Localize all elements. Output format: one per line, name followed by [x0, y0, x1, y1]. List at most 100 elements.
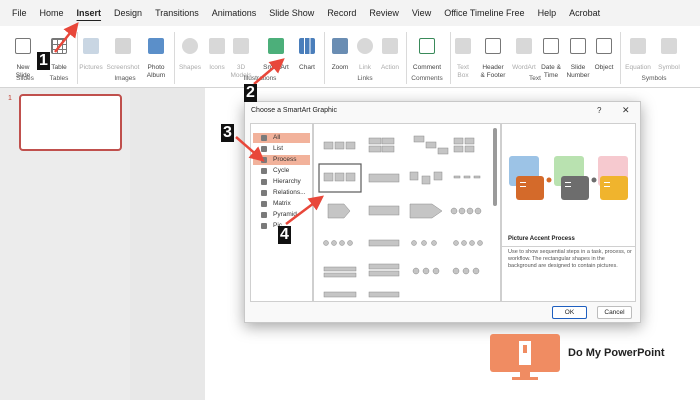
- process-icon: [261, 157, 267, 163]
- shapes-label: Shapes: [178, 64, 202, 71]
- tab-file[interactable]: File: [6, 4, 33, 22]
- slide-number-button[interactable]: Slide Number: [565, 30, 591, 80]
- table-label: Table: [51, 64, 67, 71]
- category-matrix[interactable]: Matrix: [253, 199, 310, 209]
- brand-name: Do My PowerPoint: [568, 347, 665, 359]
- gallery-scrollbar[interactable]: [493, 128, 497, 206]
- photo-album-button[interactable]: Photo Album: [142, 30, 170, 80]
- tab-office-timeline[interactable]: Office Timeline Free: [438, 4, 530, 22]
- ok-button[interactable]: OK: [552, 306, 587, 319]
- tab-record[interactable]: Record: [321, 4, 362, 22]
- zoom-button[interactable]: Zoom: [330, 30, 350, 72]
- wordart-label: WordArt: [512, 64, 536, 71]
- 3d-models-button[interactable]: 3D Models: [230, 30, 252, 80]
- tab-help[interactable]: Help: [532, 4, 563, 22]
- tab-slide-show[interactable]: Slide Show: [263, 4, 320, 22]
- wordart-icon: [516, 38, 532, 54]
- screenshot-button[interactable]: Screenshot: [106, 30, 140, 72]
- new-slide-icon: [15, 38, 31, 54]
- equation-label: Equation: [625, 64, 651, 71]
- screenshot-icon: [115, 38, 131, 54]
- divider: [450, 32, 451, 84]
- tab-insert[interactable]: Insert: [71, 4, 108, 22]
- category-label: Hierarchy: [273, 178, 301, 185]
- group-illustrations: Illustrations: [243, 75, 277, 82]
- equation-button[interactable]: Equation: [623, 30, 653, 72]
- text-box-label: Text Box: [457, 64, 469, 79]
- divider: [77, 32, 78, 84]
- group-slides: Slides: [16, 75, 34, 82]
- tab-transitions[interactable]: Transitions: [149, 4, 205, 22]
- preview-description: Use to show sequential steps in a task, …: [508, 249, 632, 269]
- table-icon: [51, 38, 67, 54]
- screenshot-label: Screenshot: [106, 64, 140, 71]
- category-list-item[interactable]: List: [253, 144, 310, 154]
- matrix-icon: [261, 201, 267, 207]
- slide-thumbnail[interactable]: [19, 94, 122, 151]
- smartart-icon: [268, 38, 284, 54]
- category-hierarchy[interactable]: Hierarchy: [253, 177, 310, 187]
- table-button[interactable]: Table: [47, 30, 71, 72]
- category-process[interactable]: Process: [253, 155, 310, 165]
- relationship-icon: [261, 190, 267, 196]
- category-relationship[interactable]: Relations...: [253, 188, 310, 198]
- link-button[interactable]: Link: [356, 30, 374, 72]
- category-pyramid[interactable]: Pyramid: [253, 210, 310, 220]
- group-tables: Tables: [49, 75, 69, 82]
- object-icon: [596, 38, 612, 54]
- category-all[interactable]: All: [253, 133, 310, 143]
- preview-title: Picture Accent Process: [508, 236, 575, 242]
- slide-thumb-number: 1: [8, 95, 12, 102]
- divider: [324, 32, 325, 84]
- date-time-button[interactable]: Date & Time: [538, 30, 564, 80]
- tab-design[interactable]: Design: [108, 4, 148, 22]
- tab-acrobat[interactable]: Acrobat: [563, 4, 606, 22]
- category-label: Pyramid: [273, 211, 297, 218]
- link-icon: [357, 38, 373, 54]
- tab-home[interactable]: Home: [34, 4, 70, 22]
- help-button[interactable]: ?: [597, 106, 601, 115]
- link-label: Link: [359, 64, 371, 71]
- comment-button[interactable]: Comment: [410, 30, 444, 72]
- category-label: List: [273, 145, 284, 152]
- object-button[interactable]: Object: [592, 30, 616, 72]
- header-footer-button[interactable]: Header & Footer: [478, 30, 508, 80]
- picture-icon: [261, 223, 267, 229]
- action-button[interactable]: Action: [378, 30, 402, 72]
- icons-button[interactable]: Icons: [206, 30, 228, 72]
- zoom-label: Zoom: [331, 64, 349, 71]
- wordart-button[interactable]: WordArt: [510, 30, 538, 72]
- symbol-button[interactable]: Symbol: [656, 30, 682, 72]
- tab-review[interactable]: Review: [363, 4, 405, 22]
- category-label: Process: [273, 156, 297, 163]
- pictures-button[interactable]: Pictures: [79, 30, 103, 72]
- text-box-button[interactable]: Text Box: [452, 30, 474, 80]
- preview-pane: Picture Accent Process Use to show seque…: [501, 123, 636, 302]
- new-slide-button[interactable]: New Slide: [10, 30, 36, 80]
- symbol-label: Symbol: [658, 64, 680, 71]
- close-button[interactable]: ✕: [622, 105, 630, 116]
- smartart-label: SmartArt: [263, 64, 289, 71]
- category-list: All List Process Cycle Hierarchy Relatio…: [250, 123, 313, 302]
- omega-icon: [661, 38, 677, 54]
- smartart-button[interactable]: SmartArt: [260, 30, 292, 72]
- grid-icon: [261, 135, 267, 141]
- chart-label: Chart: [299, 64, 315, 71]
- action-icon: [382, 38, 398, 54]
- smartart-dialog: Choose a SmartArt Graphic ? ✕ All List P…: [244, 101, 641, 323]
- ribbon-tabs: File Home Insert Design Transitions Anim…: [0, 0, 700, 26]
- category-label: Matrix: [273, 200, 291, 207]
- group-images: Images: [114, 75, 136, 82]
- divider: [502, 246, 635, 247]
- shapes-button[interactable]: Shapes: [178, 30, 202, 72]
- chart-button[interactable]: Chart: [296, 30, 318, 72]
- category-cycle[interactable]: Cycle: [253, 166, 310, 176]
- cancel-button[interactable]: Cancel: [597, 306, 632, 319]
- tab-view[interactable]: View: [406, 4, 437, 22]
- pictures-icon: [83, 38, 99, 54]
- step-number-3: 3: [221, 124, 234, 142]
- comment-label: Comment: [412, 64, 442, 71]
- layout-thumbnails: [318, 135, 483, 298]
- slide-thumbnails-pane: 1: [0, 88, 130, 400]
- tab-animations[interactable]: Animations: [206, 4, 263, 22]
